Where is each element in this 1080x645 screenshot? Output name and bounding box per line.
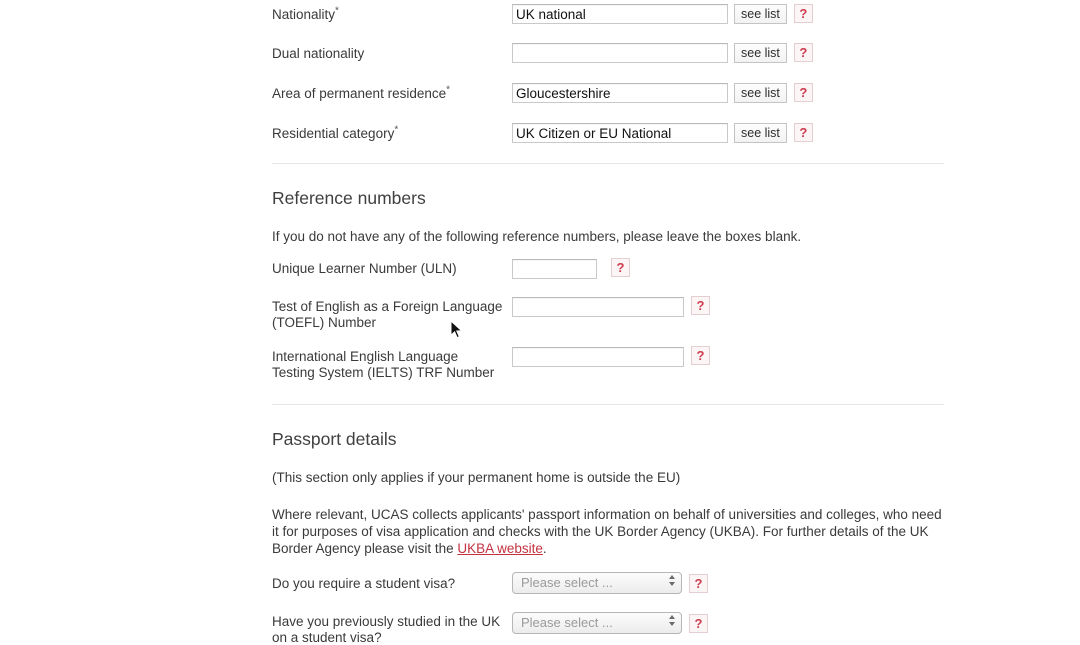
required-asterisk: * bbox=[446, 84, 451, 96]
reference-numbers-heading: Reference numbers bbox=[272, 188, 426, 208]
form-row-dual-nationality: Dual nationality see list ? bbox=[272, 43, 944, 63]
label-student-visa: Do you require a student visa? bbox=[272, 576, 456, 591]
help-icon-area-of-permanent-residence[interactable]: ? bbox=[793, 83, 813, 102]
help-icon-uln[interactable]: ? bbox=[611, 258, 630, 277]
required-asterisk: * bbox=[335, 5, 339, 17]
nationality-section: Nationality* see list ? Dual nationality… bbox=[272, 0, 944, 143]
nationality-input[interactable] bbox=[512, 4, 728, 24]
student-visa-select-value[interactable]: Please select ... bbox=[512, 572, 682, 594]
passport-details-heading: Passport details bbox=[272, 429, 397, 449]
dual-nationality-input[interactable] bbox=[512, 43, 728, 63]
help-icon-toefl[interactable]: ? bbox=[691, 296, 710, 315]
area-of-permanent-residence-input[interactable] bbox=[512, 83, 728, 103]
ielts-input[interactable] bbox=[512, 347, 684, 367]
passport-body-text-after-link: . bbox=[542, 541, 547, 556]
help-icon-previously-studied[interactable]: ? bbox=[689, 614, 708, 633]
label-previously-studied: Have you previously studied in the UK on… bbox=[272, 614, 501, 645]
passport-details-body: Where relevant, UCAS collects applicants… bbox=[272, 506, 944, 557]
label-uln: Unique Learner Number (ULN) bbox=[272, 261, 457, 276]
form-row-previously-studied: Have you previously studied in the UK on… bbox=[272, 612, 944, 645]
label-nationality: Nationality* bbox=[272, 5, 339, 22]
toefl-input[interactable] bbox=[512, 297, 684, 317]
label-residential-category: Residential category* bbox=[272, 124, 399, 141]
label-ielts: International English Language Testing S… bbox=[272, 349, 495, 380]
form-row-ielts: International English Language Testing S… bbox=[272, 346, 944, 380]
passport-details-note: (This section only applies if your perma… bbox=[272, 470, 681, 485]
form-row-toefl: Test of English as a Foreign Language (T… bbox=[272, 296, 944, 330]
passport-body-text-before-link: Where relevant, UCAS collects applicants… bbox=[272, 507, 942, 556]
see-list-button-residential-category[interactable]: see list bbox=[734, 123, 787, 143]
help-icon-ielts[interactable]: ? bbox=[691, 346, 710, 365]
reference-numbers-intro: If you do not have any of the following … bbox=[272, 229, 802, 244]
help-icon-nationality[interactable]: ? bbox=[793, 4, 813, 23]
student-visa-select[interactable]: Please select ... bbox=[512, 572, 682, 594]
form-row-nationality: Nationality* see list ? bbox=[272, 4, 944, 24]
ukba-website-link[interactable]: UKBA website bbox=[457, 541, 543, 556]
section-divider-2 bbox=[272, 404, 944, 405]
see-list-button-area-of-permanent-residence[interactable]: see list bbox=[734, 83, 787, 103]
label-area-of-permanent-residence: Area of permanent residence* bbox=[272, 84, 451, 101]
section-divider-1 bbox=[272, 163, 944, 164]
residential-category-input[interactable] bbox=[512, 123, 728, 143]
previously-studied-select[interactable]: Please select ... bbox=[512, 612, 682, 634]
form-row-student-visa: Do you require a student visa? Please se… bbox=[272, 572, 944, 594]
label-dual-nationality: Dual nationality bbox=[272, 46, 365, 61]
uln-input[interactable] bbox=[512, 259, 597, 279]
required-asterisk: * bbox=[394, 124, 399, 136]
form-row-area-of-permanent-residence: Area of permanent residence* see list ? bbox=[272, 83, 944, 103]
see-list-button-dual-nationality[interactable]: see list bbox=[734, 43, 787, 63]
form-page: Nationality* see list ? Dual nationality… bbox=[272, 0, 944, 645]
form-row-uln: Unique Learner Number (ULN) ? bbox=[272, 258, 944, 279]
help-icon-residential-category[interactable]: ? bbox=[793, 123, 813, 142]
label-toefl: Test of English as a Foreign Language (T… bbox=[272, 299, 503, 330]
passport-details-section: Passport details (This section only appl… bbox=[272, 429, 944, 645]
previously-studied-select-value[interactable]: Please select ... bbox=[512, 612, 682, 634]
help-icon-student-visa[interactable]: ? bbox=[689, 574, 708, 593]
form-row-residential-category: Residential category* see list ? bbox=[272, 123, 944, 143]
see-list-button-nationality[interactable]: see list bbox=[734, 4, 787, 24]
help-icon-dual-nationality[interactable]: ? bbox=[793, 43, 813, 62]
reference-numbers-section: Reference numbers If you do not have any… bbox=[272, 188, 944, 380]
